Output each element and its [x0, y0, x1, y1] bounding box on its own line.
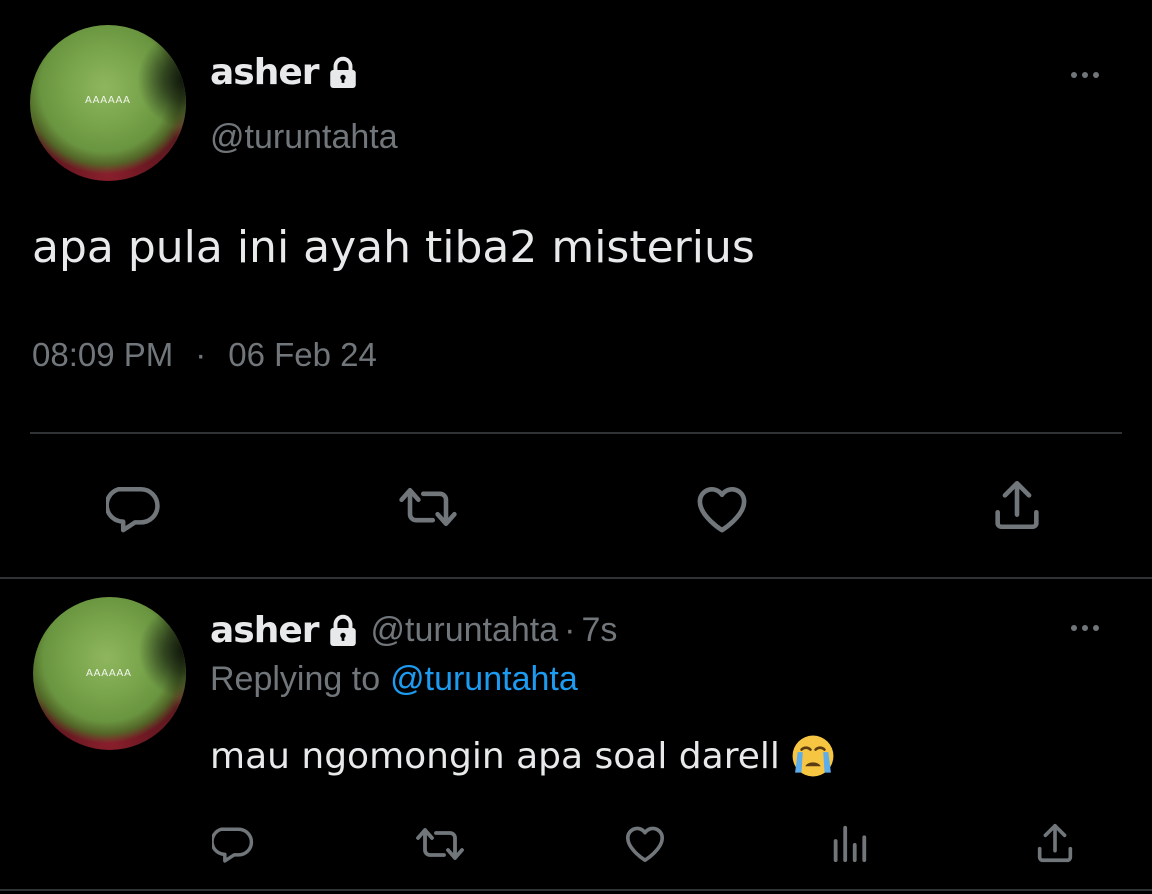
tweet-date[interactable]: 06 Feb 24	[228, 336, 377, 374]
more-options-icon[interactable]	[1071, 625, 1099, 631]
timestamp-separator: ·	[195, 336, 207, 373]
views-icon[interactable]	[826, 822, 872, 864]
reply-icon[interactable]	[212, 822, 256, 864]
timestamp-row: 08:09 PM · 06 Feb 24	[32, 336, 377, 374]
tweet-time[interactable]: 08:09 PM	[32, 336, 173, 374]
reply-icon[interactable]	[106, 481, 164, 533]
reply-handle[interactable]: @turuntahta	[371, 611, 559, 650]
like-icon[interactable]	[622, 822, 668, 864]
reply-header: asher @turuntahta · 7s	[210, 606, 617, 654]
divider	[30, 432, 1122, 434]
avatar-caption: AAAAAA	[86, 668, 132, 679]
reply-text-row: mau ngomongin apa soal darell	[210, 733, 836, 779]
tweet-text: apa pula ini ayah tiba2 misterius	[32, 222, 755, 273]
reply-age[interactable]: 7s	[582, 611, 618, 650]
display-name[interactable]: asher	[210, 52, 320, 93]
share-icon[interactable]	[1032, 820, 1078, 866]
replying-to-label: Replying to	[210, 660, 381, 698]
reply-text: mau ngomongin apa soal darell	[210, 735, 780, 777]
retweet-icon[interactable]	[394, 483, 462, 531]
author-name-row[interactable]: asher	[210, 46, 361, 98]
retweet-icon[interactable]	[412, 824, 468, 864]
replying-to: Replying to @turuntahta	[210, 660, 578, 699]
avatar-caption: AAAAAA	[85, 95, 131, 106]
handle[interactable]: @turuntahta	[210, 118, 398, 157]
avatar[interactable]: AAAAAA	[30, 25, 186, 181]
divider	[0, 889, 1152, 891]
replying-to-handle[interactable]: @turuntahta	[390, 660, 578, 699]
lock-icon	[325, 613, 361, 649]
reply-display-name[interactable]: asher	[210, 610, 320, 651]
crying-emoji-icon	[790, 733, 836, 779]
divider	[0, 577, 1152, 579]
reply-avatar[interactable]: AAAAAA	[33, 597, 186, 750]
like-icon[interactable]	[692, 481, 752, 535]
meta-separator: ·	[564, 610, 576, 649]
lock-icon	[325, 55, 361, 91]
share-icon[interactable]	[988, 476, 1046, 534]
more-options-icon[interactable]	[1071, 72, 1099, 78]
